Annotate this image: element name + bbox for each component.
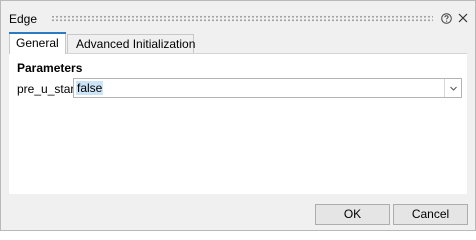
pre-u-start-value[interactable]: false (76, 81, 104, 95)
title-bar[interactable]: Edge (1, 1, 475, 37)
pre-u-start-label: pre_u_start (17, 82, 78, 96)
tab-general[interactable]: General (9, 32, 66, 54)
ok-button[interactable]: OK (315, 204, 390, 225)
tab-advanced-initialization-label: Advanced Initialization (76, 37, 196, 51)
general-panel: Parameters pre_u_start false (9, 53, 467, 194)
tab-advanced-initialization[interactable]: Advanced Initialization (67, 34, 196, 53)
combo-divider (444, 79, 445, 97)
ok-button-label: OK (343, 207, 362, 221)
edge-dialog: Edge General Advanced Initialization Par… (0, 0, 476, 231)
dialog-title: Edge (9, 12, 38, 26)
chevron-down-icon[interactable] (448, 83, 459, 94)
drag-grip[interactable] (51, 15, 433, 22)
help-icon[interactable] (441, 13, 452, 24)
cancel-button-label: Cancel (411, 207, 450, 221)
cancel-button[interactable]: Cancel (393, 204, 468, 225)
close-icon[interactable] (457, 12, 469, 24)
tab-general-label: General (16, 36, 59, 50)
parameters-heading: Parameters (17, 61, 83, 75)
pre-u-start-combobox[interactable]: false (73, 78, 462, 98)
